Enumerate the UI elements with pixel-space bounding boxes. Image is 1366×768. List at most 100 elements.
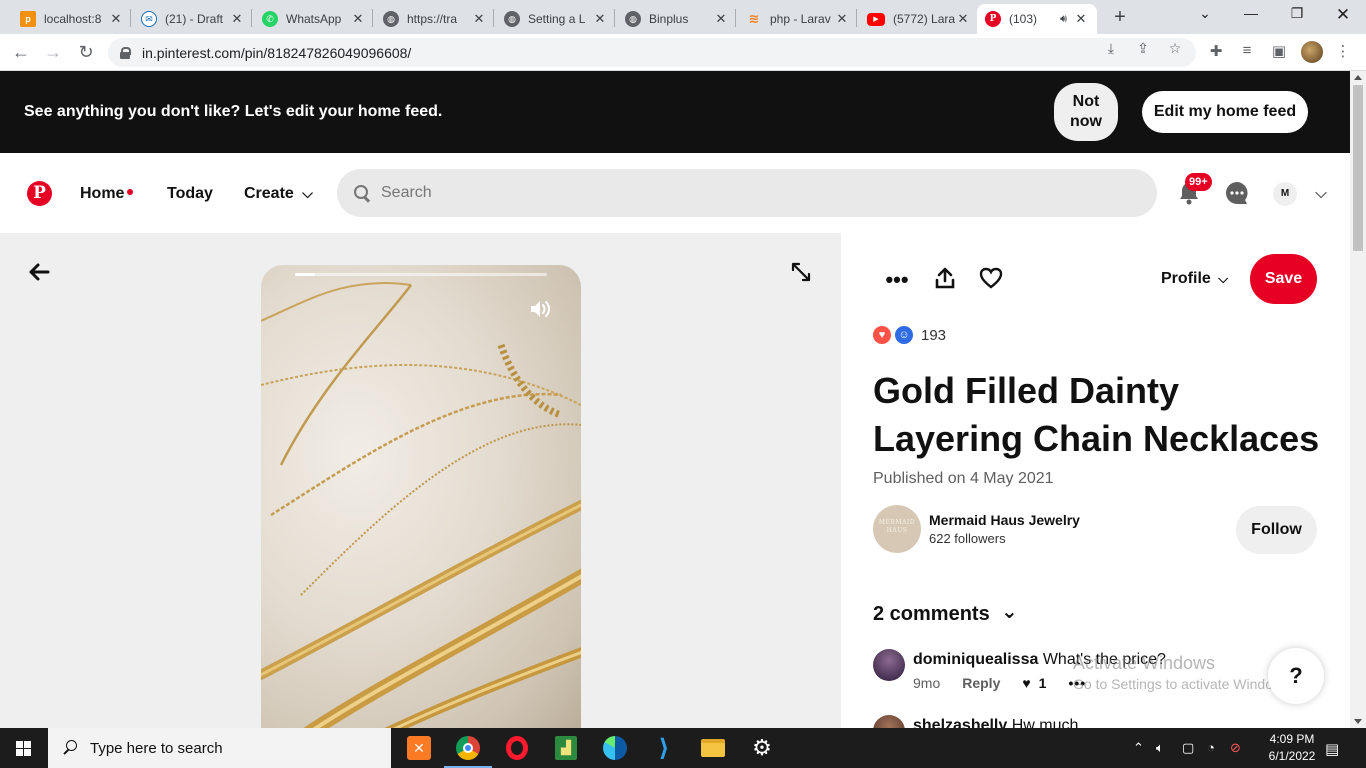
media-queue-icon[interactable]: ≡ [1237,42,1257,62]
comments-header[interactable]: 2 comments [873,603,990,626]
new-tab-button[interactable]: + [1108,6,1132,30]
share-icon[interactable]: ⇪ [1134,40,1152,58]
user-avatar[interactable]: M [1273,182,1297,206]
tab-setting[interactable]: ◍ Setting a L ✕ [496,4,616,34]
speaker-icon[interactable]: 🔊︎ [1060,13,1067,26]
file-explorer-icon[interactable] [698,733,728,763]
minimize-button[interactable]: — [1228,5,1274,27]
network-device-icon[interactable]: ▢ [1182,740,1194,756]
address-bar[interactable]: in.pinterest.com/pin/818247826049096608/ [108,38,1196,67]
creator-avatar[interactable]: MERMAID HAUS [873,505,921,553]
kebab-menu-icon[interactable]: ⋮ [1333,42,1353,62]
extensions-puzzle-icon[interactable]: ✚ [1206,42,1226,62]
browser-profile-avatar[interactable] [1301,41,1323,63]
more-options-icon[interactable]: ••• [883,267,911,295]
volume-tray-icon[interactable]: 🔈︎ [1156,740,1164,756]
chart-app-icon[interactable]: ▟ [551,733,581,763]
tab-binplus[interactable]: ◍ Binplus ✕ [617,4,737,34]
lock-icon[interactable] [120,46,131,59]
tab-divider [251,9,252,27]
side-panel-icon[interactable]: ▣ [1269,42,1289,62]
reload-button[interactable]: ↻ [75,42,97,64]
tray-overflow-icon[interactable]: ⌃ [1133,740,1144,756]
windows-logo-pane [16,749,23,756]
tab-youtube[interactable]: ▶ (5772) Lara ✕ [859,4,979,34]
nav-create-label: Create [244,185,294,202]
close-window-button[interactable]: ✕ [1320,5,1366,27]
nav-create[interactable]: Create ⌵ [244,185,313,203]
opera-icon[interactable] [502,733,532,763]
search-bar[interactable] [337,169,1157,217]
close-icon[interactable]: ✕ [350,11,366,27]
pinterest-logo[interactable]: P [27,181,52,206]
account-chevron-down-icon[interactable]: ⌵ [1308,181,1334,207]
tab-pinterest-active[interactable]: P (103) 🔊︎ ✕ [977,4,1097,34]
reactions-summary[interactable]: ♥ ☺ 193 [873,326,946,344]
edge-icon[interactable] [600,733,630,763]
not-now-button[interactable]: Not now [1054,83,1118,141]
video-progress-bar[interactable] [295,273,547,276]
expand-icon[interactable] [789,261,813,285]
chevron-down-icon[interactable]: ⌄ [1001,599,1018,624]
taskbar-search[interactable]: Type here to search [48,728,391,768]
stackoverflow-icon: ≋ [748,11,760,26]
forward-button[interactable]: → [42,42,64,64]
tab-search-chevron-icon[interactable]: ⌄ [1182,5,1228,27]
nav-home[interactable]: Home [80,185,134,203]
pin-video[interactable] [261,265,581,735]
comment-username[interactable]: dominiquealissa [913,651,1038,668]
back-arrow-icon[interactable] [28,261,52,285]
tab-localhost[interactable]: p localhost:8 ✕ [12,4,132,34]
activate-windows-watermark: Activate Windows [1073,653,1216,673]
tab-https[interactable]: ◍ https://tra ✕ [375,4,495,34]
url-text[interactable]: in.pinterest.com/pin/818247826049096608/ [142,45,411,61]
save-button[interactable]: Save [1250,254,1317,304]
tab-title: (103) [1009,12,1038,26]
tab-title: Binplus [649,12,689,26]
scroll-up-arrow-icon[interactable] [1354,75,1362,80]
close-icon[interactable]: ✕ [229,11,245,27]
notifications-blocked-icon[interactable]: ⊘ [1230,740,1241,756]
settings-gear-icon[interactable]: ⚙ [747,733,777,763]
volume-icon[interactable] [529,299,553,319]
maximize-button[interactable]: ❐ [1274,5,1320,27]
page-scrollbar[interactable] [1350,71,1366,728]
close-icon[interactable]: ✕ [834,11,850,27]
close-icon[interactable]: ✕ [592,11,608,27]
action-center-icon[interactable]: ▤ [1325,740,1339,758]
close-icon[interactable]: ✕ [1073,11,1089,27]
follow-button[interactable]: Follow [1236,506,1317,554]
messages-icon[interactable] [1224,181,1250,207]
windows-logo-pane [24,741,31,748]
tab-outlook-draft[interactable]: ✉ (21) - Draft ✕ [133,4,253,34]
system-clock[interactable]: 4:09 PM 6/1/2022 [1262,731,1322,765]
share-upload-icon[interactable] [931,267,959,295]
scroll-down-arrow-icon[interactable] [1354,719,1362,724]
tab-stackoverflow[interactable]: ≋ php - Larav ✕ [738,4,858,34]
edit-home-feed-button[interactable]: Edit my home feed [1142,91,1308,133]
heart-outline-icon[interactable] [977,267,1005,295]
wifi-icon[interactable]: ◔ [1207,740,1215,755]
help-button[interactable]: ? [1268,648,1324,704]
back-button[interactable]: ← [10,42,32,64]
commenter-avatar[interactable] [873,649,905,681]
close-icon[interactable]: ✕ [471,11,487,27]
creator-name[interactable]: Mermaid Haus Jewelry [929,512,1080,528]
search-icon [62,740,78,756]
close-icon[interactable]: ✕ [108,11,124,27]
comment-like-icon[interactable]: ♥ [1022,675,1030,691]
bookmark-star-icon[interactable]: ☆ [1166,40,1184,58]
windows-start-button[interactable] [0,728,48,768]
close-icon[interactable]: ✕ [955,11,971,27]
scrollbar-thumb[interactable] [1353,85,1363,251]
profile-board-dropdown[interactable]: Profile ⌵ [1161,270,1228,288]
install-app-icon[interactable]: ⤓ [1102,40,1120,58]
search-input[interactable] [381,184,1081,202]
reply-button[interactable]: Reply [962,675,1000,691]
chrome-icon[interactable] [444,733,492,768]
nav-today[interactable]: Today [167,185,213,203]
vscode-icon[interactable]: ⟩ [649,733,679,763]
xampp-icon[interactable]: ✕ [404,733,434,763]
close-icon[interactable]: ✕ [713,11,729,27]
tab-whatsapp[interactable]: ✆ WhatsApp ✕ [254,4,374,34]
